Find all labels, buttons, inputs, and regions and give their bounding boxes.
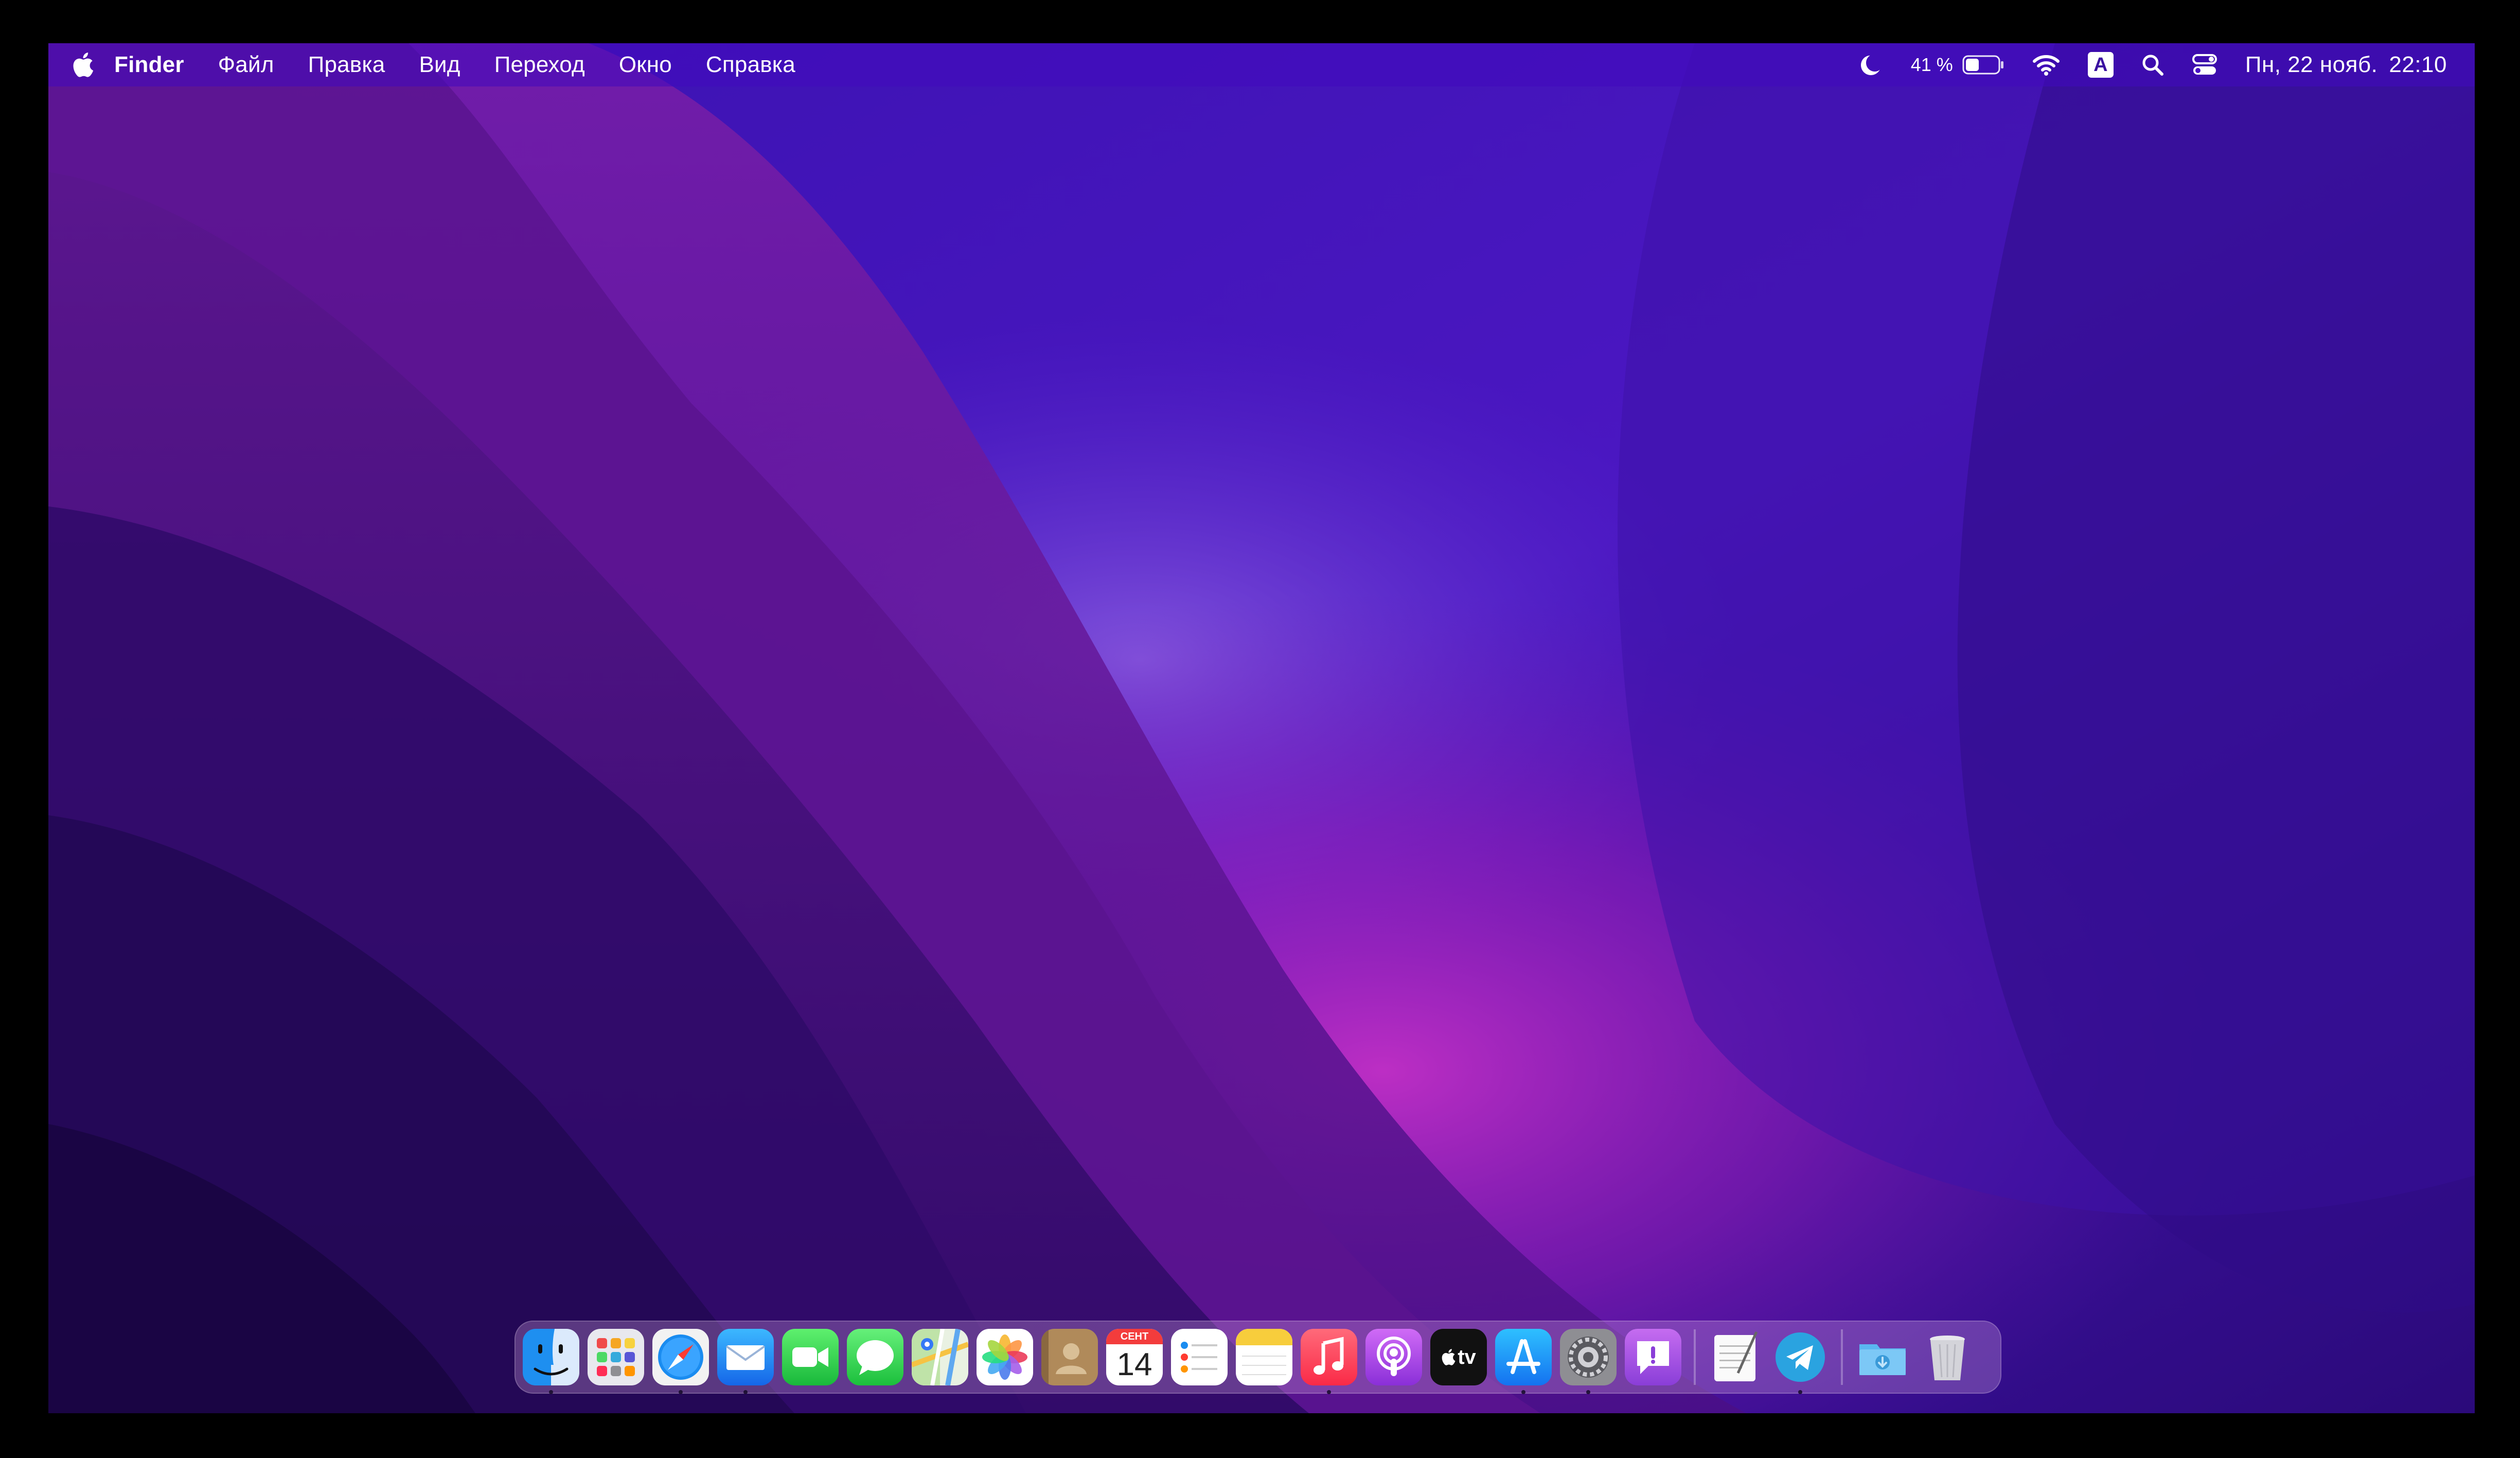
focus-moon-icon[interactable] (1859, 53, 1883, 77)
dock-item-app-store[interactable] (1495, 1329, 1552, 1394)
menu-bar-status: 41 % A Пн, 22 нояб. 22:10 (1832, 43, 2447, 86)
safari-icon (652, 1329, 709, 1385)
tv-icon: tv (1430, 1329, 1487, 1385)
photos-icon (977, 1329, 1033, 1385)
launchpad-icon (588, 1329, 644, 1385)
dock-item-mail[interactable] (717, 1329, 774, 1394)
dock-item-music[interactable] (1301, 1329, 1357, 1394)
dock-item-reminders[interactable] (1171, 1329, 1228, 1385)
menu-clock[interactable]: Пн, 22 нояб. 22:10 (2245, 52, 2447, 78)
dock-separator (1841, 1329, 1843, 1385)
dock-item-textedit[interactable] (1707, 1329, 1764, 1385)
messages-icon (847, 1329, 903, 1385)
menu-view[interactable]: Вид (419, 52, 460, 78)
running-indicator (743, 1390, 748, 1394)
running-indicator (1327, 1390, 1331, 1394)
menu-file[interactable]: Файл (218, 52, 274, 78)
dock-item-system-preferences[interactable] (1560, 1329, 1617, 1394)
running-indicator (1521, 1390, 1525, 1394)
dock-item-photos[interactable] (977, 1329, 1033, 1385)
apple-logo-icon (1442, 1349, 1456, 1365)
clock-time: 22:10 (2389, 52, 2447, 77)
dock-item-notes[interactable] (1236, 1329, 1292, 1385)
music-icon (1301, 1329, 1357, 1385)
textedit-icon (1707, 1329, 1764, 1385)
running-indicator (1798, 1390, 1802, 1394)
input-source-menu[interactable]: A (2087, 52, 2114, 78)
reminders-icon (1171, 1329, 1228, 1385)
mail-icon (717, 1329, 774, 1385)
battery-percent: 41 % (1910, 54, 1953, 75)
downloads-folder-icon (1854, 1329, 1911, 1385)
calendar-month: сент (1106, 1329, 1163, 1344)
dock-item-messages[interactable] (847, 1329, 903, 1385)
running-indicator (1586, 1390, 1590, 1394)
dock-item-finder[interactable] (523, 1329, 579, 1394)
dock-item-podcasts[interactable] (1365, 1329, 1422, 1385)
dock-item-launchpad[interactable] (588, 1329, 644, 1385)
dock-item-facetime[interactable] (782, 1329, 839, 1385)
contacts-icon (1041, 1329, 1098, 1385)
menu-go[interactable]: Переход (494, 52, 585, 78)
spotlight-search-icon[interactable] (2141, 54, 2164, 76)
menu-bar-left: Finder Файл Правка Вид Переход Окно Спра… (48, 43, 829, 86)
dock-item-feedback-assistant[interactable] (1625, 1329, 1681, 1385)
telegram-icon (1772, 1329, 1829, 1385)
input-source-label: A (2087, 52, 2114, 78)
dock-item-safari[interactable] (652, 1329, 709, 1394)
clock-date: Пн, 22 нояб. (2245, 52, 2378, 77)
tv-text: tv (1458, 1345, 1476, 1368)
tv-icon-label: tv (1430, 1329, 1487, 1385)
podcasts-icon (1365, 1329, 1422, 1385)
menu-app-finder[interactable]: Finder (114, 52, 184, 78)
control-center-icon[interactable] (2192, 54, 2217, 76)
finder-icon (523, 1329, 579, 1385)
dock-item-tv[interactable]: tv (1430, 1329, 1487, 1385)
desktop-wallpaper (48, 43, 2475, 1413)
notes-icon (1236, 1329, 1292, 1385)
feedback-assistant-icon (1625, 1329, 1681, 1385)
menu-window[interactable]: Окно (619, 52, 672, 78)
calendar-day: 14 (1116, 1347, 1152, 1382)
system-preferences-gear-icon (1560, 1329, 1617, 1385)
running-indicator (549, 1390, 553, 1394)
wifi-icon[interactable] (2032, 54, 2060, 76)
facetime-icon (782, 1329, 839, 1385)
dock: сент 14 (514, 1321, 2001, 1394)
desktop: Finder Файл Правка Вид Переход Окно Спра… (48, 43, 2475, 1413)
battery-status[interactable]: 41 % (1911, 54, 2004, 76)
dock-item-trash[interactable] (1919, 1329, 1976, 1385)
menu-help[interactable]: Справка (706, 52, 795, 78)
running-indicator (679, 1390, 683, 1394)
dock-item-telegram[interactable] (1772, 1329, 1829, 1394)
dock-item-downloads[interactable] (1854, 1329, 1911, 1385)
calendar-icon: сент 14 (1106, 1329, 1163, 1385)
dock-item-maps[interactable] (912, 1329, 968, 1385)
dock-item-calendar[interactable]: сент 14 (1106, 1329, 1163, 1385)
app-store-icon (1495, 1329, 1552, 1385)
maps-icon (912, 1329, 968, 1385)
dock-separator (1694, 1329, 1696, 1385)
menu-bar: Finder Файл Правка Вид Переход Окно Спра… (48, 43, 2475, 86)
trash-icon (1919, 1329, 1976, 1385)
dock-item-contacts[interactable] (1041, 1329, 1098, 1385)
apple-menu-icon[interactable] (72, 52, 94, 78)
battery-icon (1962, 55, 2003, 75)
menu-edit[interactable]: Правка (308, 52, 385, 78)
